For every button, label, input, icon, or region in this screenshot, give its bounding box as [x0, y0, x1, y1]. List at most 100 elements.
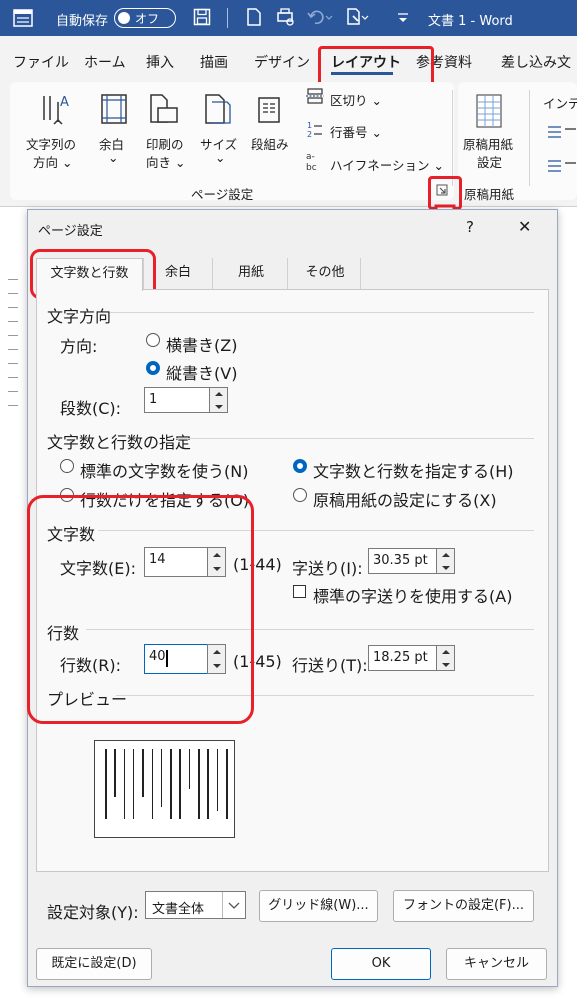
tab-home[interactable]: ホーム [84, 52, 126, 72]
preview-line [132, 749, 135, 819]
columns-label: 段組み [251, 137, 289, 152]
ribbon-tabs: ファイル ホーム 挿入 描画 デザイン レイアウト 参考資料 差し込み文 [0, 36, 577, 82]
orientation-label-1: 印刷の [146, 137, 184, 152]
columns-count-input[interactable]: 1 [144, 387, 210, 413]
preview-line [188, 749, 191, 789]
indent-right-icon[interactable] [547, 158, 577, 174]
preview-line [216, 749, 219, 811]
preview-line [123, 749, 126, 819]
radio-standard-chars[interactable] [60, 459, 74, 473]
cancel-button[interactable]: キャンセル [446, 948, 547, 980]
text-direction-label-1: 文字列の [26, 137, 77, 152]
breaks-label[interactable]: 区切り ⌄ [330, 90, 382, 109]
line-numbers-icon[interactable]: 1 2 [305, 120, 323, 138]
tab-divider [287, 258, 288, 289]
preview-line [142, 749, 144, 797]
horizontal-label[interactable]: 横書き(Z) [166, 332, 237, 356]
help-button[interactable]: ? [466, 218, 474, 236]
highlight-chars-lines-section [27, 495, 254, 724]
radio-manuscript[interactable] [293, 488, 307, 502]
line-pitch-input[interactable]: 18.25 pt [368, 645, 437, 671]
manuscript-label-1: 原稿用紙 [463, 137, 514, 152]
autosave-toggle[interactable]: オフ [114, 8, 176, 28]
tab-divider [360, 258, 361, 289]
grid-lines-button[interactable]: グリッド線(W)... [259, 890, 378, 922]
new-document-icon[interactable] [246, 8, 262, 26]
apply-to-label: 設定対象(Y): [47, 903, 139, 922]
text-direction-label-2: 方向 ⌄ [33, 155, 73, 170]
manuscript-paper-icon[interactable] [474, 92, 504, 130]
apply-to-select[interactable]: 文書全体 [145, 891, 246, 919]
svg-text:bc: bc [306, 163, 317, 172]
manuscript-option-label[interactable]: 原稿用紙の設定にする(X) [313, 487, 497, 511]
indent-left-icon[interactable] [547, 124, 577, 140]
radio-horizontal[interactable] [146, 333, 160, 347]
standard-pitch-label[interactable]: 標準の字送りを使用する(A) [313, 583, 512, 607]
orientation-label-2: 向き ⌄ [146, 155, 186, 170]
preview-line [151, 749, 154, 819]
preview-line [114, 749, 116, 797]
section-heading-text-direction: 文字方向 [47, 307, 112, 326]
set-default-button[interactable]: 既定に設定(D) [36, 948, 152, 980]
chars-and-lines-label[interactable]: 文字数と行数を指定する(H) [313, 458, 514, 482]
group-label-page-setup: ページ設定 [191, 187, 254, 202]
tab-margins[interactable]: 余白 [147, 258, 209, 290]
title-bar: 自動保存 オフ 文書 1 - Word [0, 0, 577, 36]
margins-icon[interactable] [99, 92, 129, 126]
standard-chars-label[interactable]: 標準の文字数を使う(N) [80, 458, 248, 482]
tab-mailings[interactable]: 差し込み文 [501, 52, 571, 72]
standard-pitch-checkbox[interactable] [293, 585, 306, 598]
preview-line [207, 749, 209, 819]
toggle-knob [118, 11, 130, 24]
section-divider [110, 312, 534, 313]
breaks-icon[interactable] [305, 87, 325, 105]
line-numbers-label[interactable]: 行番号 ⌄ [330, 122, 382, 141]
orientation-icon[interactable] [148, 92, 180, 126]
font-settings-button[interactable]: フォントの設定(F)... [393, 890, 534, 922]
preview-line [160, 749, 163, 807]
tab-characters-lines[interactable]: 文字数と行数 [36, 258, 143, 291]
quick-access-dropdown-icon[interactable] [396, 11, 410, 25]
dialog-title: ページ設定 [38, 224, 103, 239]
tab-divider [212, 258, 213, 289]
columns-icon[interactable] [257, 96, 281, 124]
columns-count-stepper[interactable] [209, 387, 228, 413]
line-pitch-label: 行送り(T): [292, 656, 368, 675]
radio-vertical[interactable] [146, 361, 160, 375]
tab-design[interactable]: デザイン [254, 52, 310, 72]
preview-line [198, 749, 200, 819]
tab-draw[interactable]: 描画 [200, 52, 228, 72]
tab-insert[interactable]: 挿入 [146, 52, 174, 72]
size-icon[interactable] [203, 92, 233, 126]
tab-other[interactable]: その他 [290, 258, 360, 290]
hyphenation-icon[interactable]: a- bc [304, 150, 324, 172]
indent-label: インデ [543, 96, 577, 111]
char-pitch-input[interactable]: 30.35 pt [368, 548, 437, 574]
ok-button[interactable]: OK [331, 948, 431, 980]
size-dropdown: ⌄ [215, 150, 226, 165]
tab-paper[interactable]: 用紙 [216, 258, 286, 290]
tab-file[interactable]: ファイル [13, 52, 69, 72]
char-pitch-stepper[interactable] [436, 548, 455, 574]
text-direction-icon[interactable]: A [38, 92, 72, 126]
divider [227, 8, 228, 28]
ribbon-separator [452, 90, 453, 186]
word-app-icon[interactable] [13, 9, 33, 27]
format-painter-icon[interactable] [345, 7, 369, 27]
close-button[interactable]: ✕ [518, 217, 531, 236]
char-pitch-label: 字送り(I): [292, 559, 363, 578]
svg-text:a-: a- [306, 152, 315, 162]
vertical-label[interactable]: 縦書き(V) [166, 360, 237, 384]
radio-chars-and-lines[interactable] [293, 459, 307, 473]
apply-to-value: 文書全体 [152, 902, 205, 917]
line-pitch-stepper[interactable] [436, 645, 455, 671]
print-preview-icon[interactable] [276, 8, 296, 26]
save-icon[interactable] [193, 8, 211, 26]
group-label-manuscript: 原稿用紙 [464, 187, 515, 202]
undo-icon[interactable] [307, 8, 333, 26]
autosave-label: 自動保存 [56, 14, 109, 29]
svg-text:A: A [60, 95, 69, 110]
manuscript-label-2: 設定 [477, 155, 503, 170]
columns-count-label: 段数(C): [60, 399, 122, 418]
hyphenation-label[interactable]: ハイフネーション ⌄ [330, 155, 444, 174]
